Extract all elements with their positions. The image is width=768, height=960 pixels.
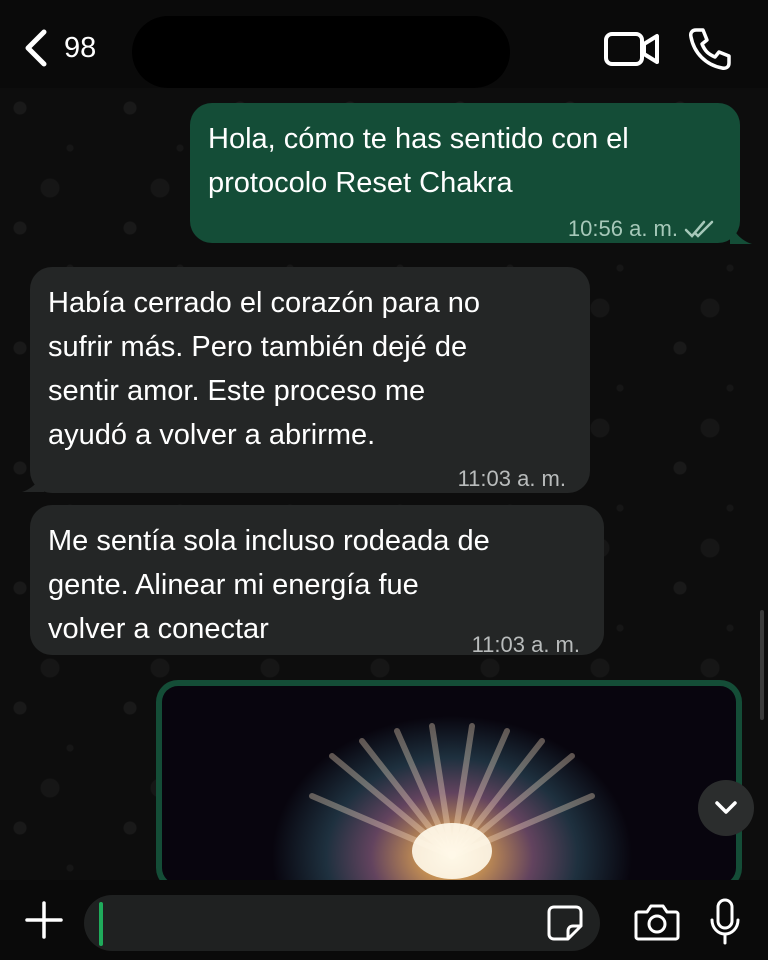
- chevron-left-icon: [25, 29, 47, 67]
- scroll-to-bottom-button[interactable]: [698, 780, 754, 836]
- message-text: Hola, cómo te has sentido con el protoco…: [208, 123, 629, 199]
- sticker-icon[interactable]: [546, 904, 584, 942]
- phone-icon[interactable]: [686, 26, 732, 72]
- camera-icon[interactable]: [634, 902, 680, 942]
- message-incoming[interactable]: Me sentía sola incluso rodeada de gente.…: [30, 505, 604, 657]
- message-time: 10:56 a. m.: [567, 216, 678, 241]
- text-caret: [99, 902, 103, 946]
- light-rays-graphic: [309, 723, 595, 879]
- scrollbar[interactable]: [760, 610, 764, 720]
- video-camera-icon[interactable]: [604, 26, 660, 72]
- bubble-tail: [22, 470, 44, 492]
- back-button[interactable]: 98: [22, 26, 122, 70]
- message-meta: 11:03 a. m.: [458, 457, 566, 501]
- plus-icon[interactable]: [24, 900, 64, 940]
- message-input[interactable]: [84, 895, 600, 951]
- message-outgoing[interactable]: Hola, cómo te has sentido con el protoco…: [190, 103, 740, 243]
- message-text: Había cerrado el corazón para no sufrir …: [48, 287, 481, 451]
- message-meta: 10:56 a. m.: [568, 207, 716, 251]
- contact-name-redacted[interactable]: [132, 16, 510, 88]
- chakra-light-image[interactable]: [162, 686, 736, 884]
- image-message[interactable]: [156, 680, 742, 890]
- message-time: 11:03 a. m.: [457, 466, 566, 491]
- microphone-icon[interactable]: [708, 898, 742, 946]
- bubble-tail: [730, 222, 752, 244]
- chevron-down-icon: [715, 801, 737, 814]
- message-incoming[interactable]: Había cerrado el corazón para no sufrir …: [30, 267, 590, 493]
- message-meta: 11:03 a. m.: [472, 623, 580, 667]
- double-check-icon: [684, 220, 714, 238]
- unread-count: 98: [64, 31, 97, 64]
- message-time: 11:03 a. m.: [471, 632, 580, 657]
